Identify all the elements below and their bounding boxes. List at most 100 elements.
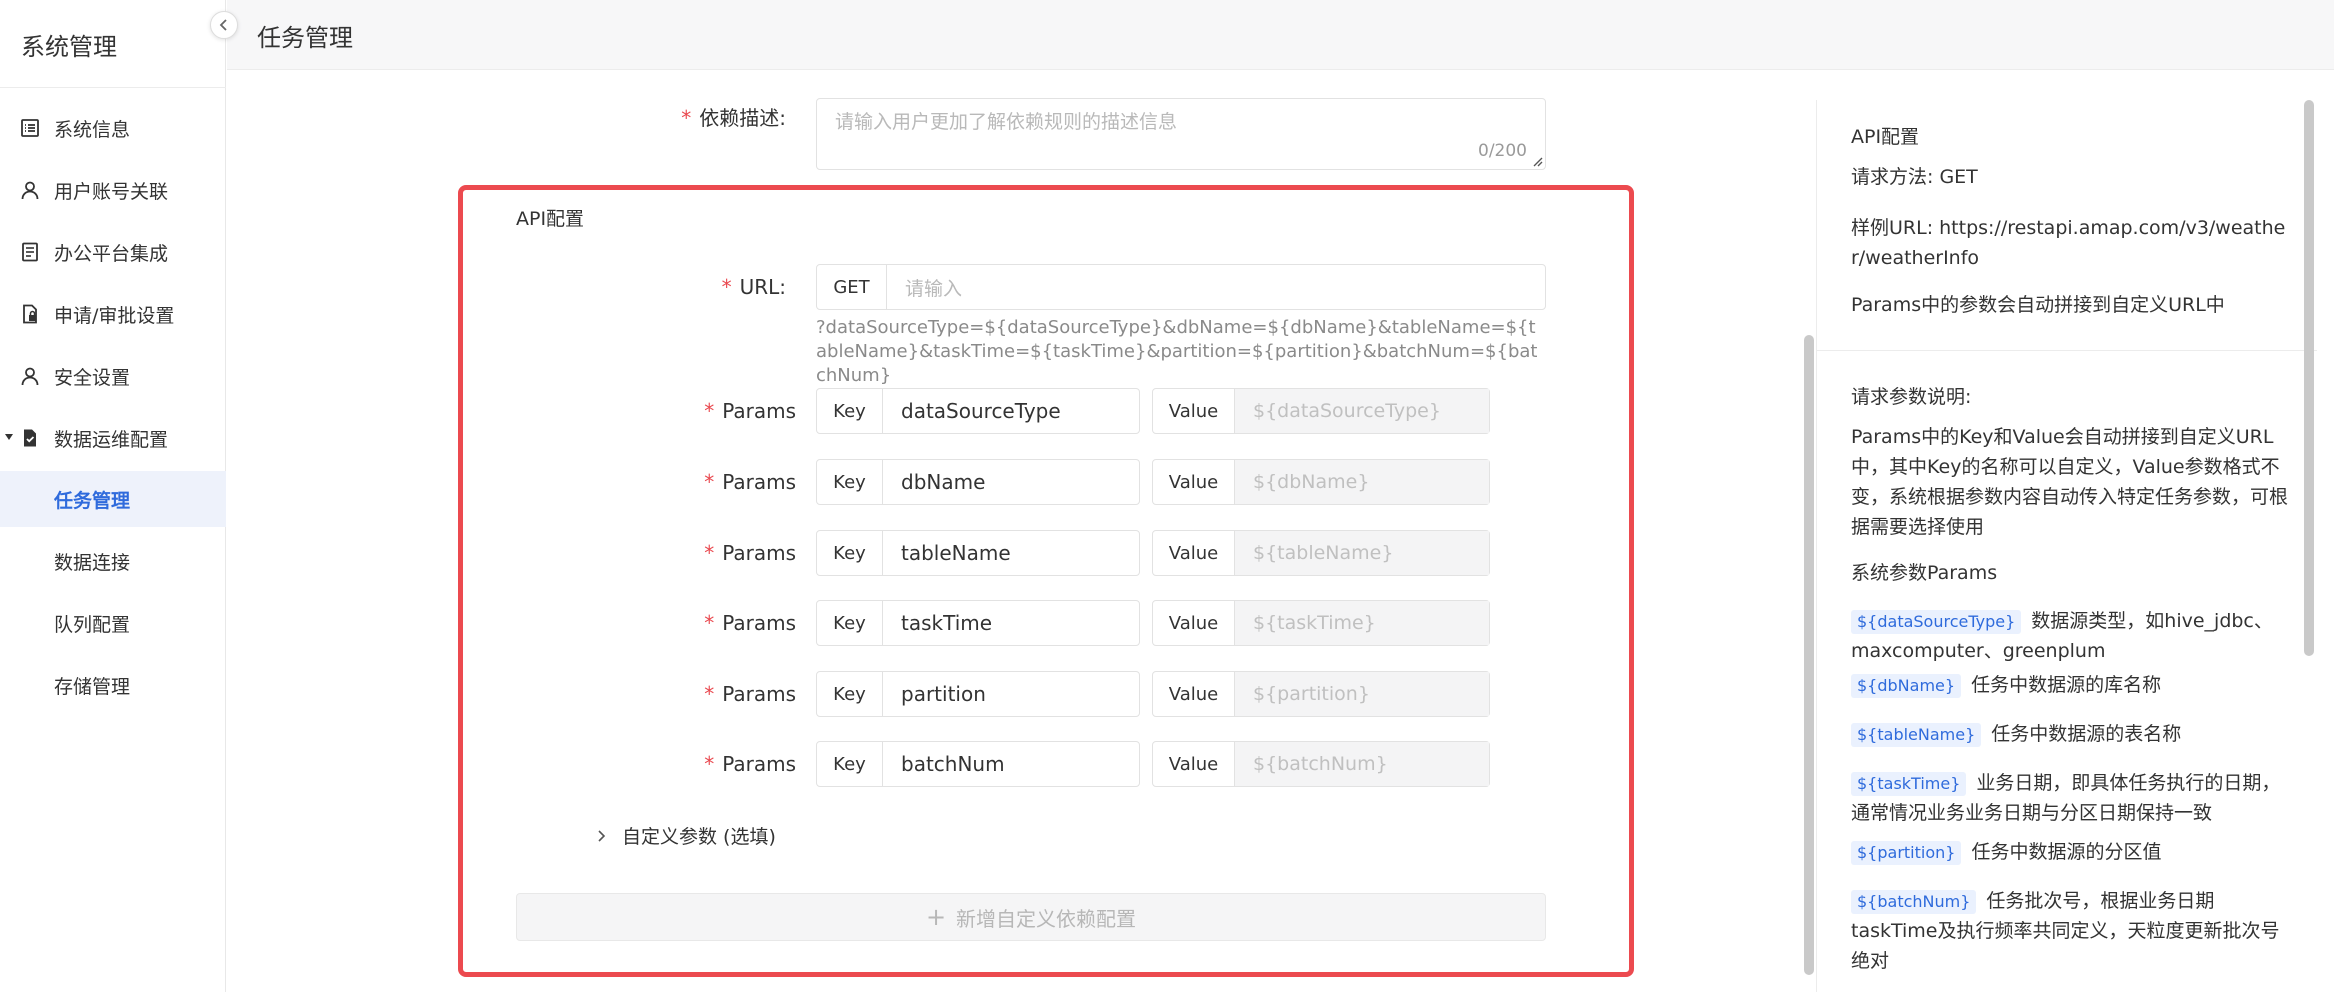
sidebar-divider [0,87,226,88]
file-lock-icon [23,304,37,324]
sidebar-item-label: 系统信息 [54,118,131,141]
sidebar-item-task-management[interactable]: 任务管理 [0,471,226,527]
required-mark: * [681,106,692,130]
add-custom-dependency-button[interactable]: + 新增自定义依赖配置 [516,893,1546,941]
param-tag: ${dataSourceType} [1851,610,2022,634]
sidebar-title: 系统管理 [21,33,117,61]
caret-down-icon [5,434,13,440]
chevron-right-icon [598,829,606,842]
sidebar-item-label: 办公平台集成 [54,242,169,265]
key-addon: Key [817,742,883,786]
help-panel: API配置 请求方法: GET 样例URL: https://restapi.a… [1816,100,2317,992]
page-header: 任务管理 [227,0,2334,70]
param-value-group: Value ${batchNum} [1152,741,1490,787]
params-label: * Params [560,611,796,635]
help-request-title: 请求参数说明: [1851,386,1972,408]
param-key-group: Key dataSourceType [816,388,1140,434]
sidebar-item-storage[interactable]: 存储管理 [0,657,226,713]
param-key-input[interactable]: partition [883,672,986,716]
params-label-text: Params [722,541,796,565]
param-value-group: Value ${tableName} [1152,530,1490,576]
help-method: 请求方法: GET [1851,166,1978,188]
params-label-text: Params [722,611,796,635]
param-key-input[interactable]: taskTime [883,601,992,645]
param-key-input[interactable]: tableName [883,531,1011,575]
params-label-text: Params [722,682,796,706]
help-example-url: 样例URL: https://restapi.amap.com/v3/weath… [1851,217,2286,269]
param-value-group: Value ${dataSourceType} [1152,388,1490,434]
param-key-group: Key batchNum [816,741,1140,787]
param-tag: ${partition} [1851,841,1962,865]
param-value-input: ${dataSourceType} [1235,389,1489,433]
chevron-left-icon [219,19,227,31]
params-label-text: Params [722,752,796,776]
document-icon [22,242,38,262]
help-scrollbar[interactable] [2304,100,2314,656]
custom-params-label: 自定义参数 (选填) [622,826,776,848]
description-placeholder: 请输入用户更加了解依赖规则的描述信息 [835,111,1178,133]
http-method-select[interactable]: GET [817,265,887,309]
plus-icon: + [925,903,947,931]
sidebar-item-approval-settings[interactable]: 申请/审批设置 [0,286,226,342]
sidebar-item-data-connection[interactable]: 数据连接 [0,533,226,589]
main-scrollbar[interactable] [1804,335,1814,975]
key-addon: Key [817,601,883,645]
help-title: API配置 [1851,126,1920,148]
url-input[interactable]: 请输入 [887,265,962,309]
url-input-group: GET 请输入 [816,264,1546,310]
sidebar-item-office-platform[interactable]: 办公平台集成 [0,224,226,280]
char-counter: 0/200 [1478,141,1527,161]
param-value-input: ${dbName} [1235,460,1489,504]
param-value-input: ${tableName} [1235,531,1489,575]
param-tag: ${batchNum} [1851,890,1977,914]
sidebar-item-data-ops[interactable]: 数据运维配置 [0,410,226,466]
system-param-item: ${partition} 任务中数据源的分区值 [1851,837,2291,867]
sidebar: 系统管理 系统信息 用户账号关联 办公平台集成 申请/审批设置 安全设置 数据运… [0,0,226,992]
page-title: 任务管理 [257,24,353,52]
param-key-input[interactable]: dbName [883,460,985,504]
param-key-group: Key taskTime [816,600,1140,646]
sidebar-item-system-info[interactable]: 系统信息 [0,100,226,156]
sidebar-item-queue-config[interactable]: 队列配置 [0,595,226,651]
param-value-group: Value ${taskTime} [1152,600,1490,646]
sidebar-item-label: 存储管理 [54,675,131,698]
sidebar-item-user-account[interactable]: 用户账号关联 [0,162,226,218]
param-key-group: Key dbName [816,459,1140,505]
sidebar-item-label: 申请/审批设置 [54,304,175,327]
param-value-group: Value ${partition} [1152,671,1490,717]
system-param-item: ${taskTime} 业务日期，即具体任务执行的日期，通常情况业务业务日期与分区… [1851,768,2291,828]
param-desc: 任务中数据源的库名称 [1971,674,2162,696]
help-divider [1817,350,2317,351]
param-key-input[interactable]: dataSourceType [883,389,1061,433]
file-check-icon [24,429,36,447]
value-addon: Value [1153,531,1235,575]
params-label: * Params [560,399,796,423]
sidebar-item-label: 任务管理 [54,489,131,512]
url-label: * URL: [560,275,786,299]
custom-params-toggle[interactable]: 自定义参数 (选填) [594,822,776,849]
list-icon [21,119,39,137]
param-key-group: Key partition [816,671,1140,717]
param-key-input[interactable]: batchNum [883,742,1005,786]
sidebar-collapse-button[interactable] [210,11,238,39]
params-label: * Params [560,752,796,776]
param-value-input: ${partition} [1235,672,1489,716]
description-textarea[interactable]: 请输入用户更加了解依赖规则的描述信息 0/200 [816,98,1546,170]
required-mark: * [704,611,715,635]
param-desc: 任务中数据源的表名称 [1991,723,2182,745]
sidebar-item-security[interactable]: 安全设置 [0,348,226,404]
system-param-item: ${batchNum} 任务批次号，根据业务日期taskTime及执行频率共同定义… [1851,886,2291,976]
user-icon [21,367,39,386]
required-mark: * [721,275,732,299]
sidebar-item-label: 数据运维配置 [54,428,169,451]
value-addon: Value [1153,601,1235,645]
required-mark: * [704,682,715,706]
value-addon: Value [1153,460,1235,504]
key-addon: Key [817,672,883,716]
param-desc: 任务中数据源的分区值 [1971,841,2162,863]
resize-handle-icon[interactable] [1531,155,1543,167]
help-system-title: 系统参数Params [1851,562,1998,584]
system-param-item: ${tableName} 任务中数据源的表名称 [1851,719,2291,749]
required-mark: * [704,541,715,565]
url-query-hint: ?dataSourceType=${dataSourceType}&dbName… [816,317,1538,386]
